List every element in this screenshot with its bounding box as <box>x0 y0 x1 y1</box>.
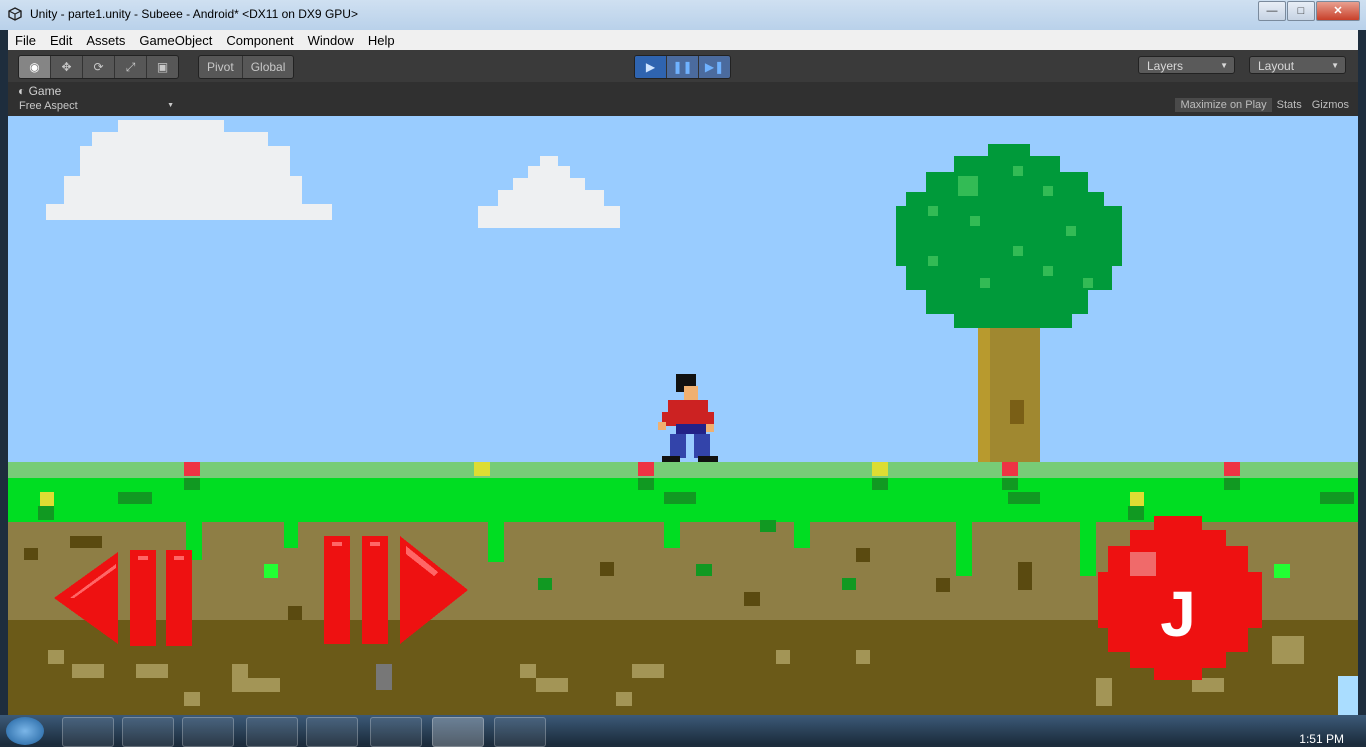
game-panel-header: ◐ Game Free Aspect ▼ Maximize on Play St… <box>8 82 1358 116</box>
taskbar-clock: 1:51 PM <box>1299 732 1344 746</box>
window-titlebar: Unity - parte1.unity - Subeee - Android*… <box>0 0 1366 30</box>
taskbar-explorer-icon[interactable] <box>122 717 174 747</box>
close-button[interactable]: ✕ <box>1316 1 1360 21</box>
eye-icon[interactable]: ◉ <box>19 56 51 78</box>
cloud-large <box>46 120 332 220</box>
layers-label: Layers <box>1147 59 1183 73</box>
taskbar-chrome2-icon[interactable] <box>494 717 546 747</box>
menu-gameobject[interactable]: GameObject <box>132 33 219 48</box>
pivot-button[interactable]: Pivot <box>199 56 243 78</box>
maximize-on-play-button[interactable]: Maximize on Play <box>1175 98 1271 112</box>
minimize-button[interactable]: — <box>1258 1 1286 21</box>
menu-assets[interactable]: Assets <box>79 33 132 48</box>
game-view-icon: ◐ <box>18 84 29 98</box>
tree <box>896 144 1122 464</box>
windows-taskbar: 1:51 PM <box>0 715 1366 745</box>
taskbar-app-icon[interactable] <box>306 717 358 747</box>
cloud-small <box>478 156 620 228</box>
menu-edit[interactable]: Edit <box>43 33 79 48</box>
pause-icon[interactable]: ❚❚ <box>667 56 699 78</box>
menu-file[interactable]: File <box>8 33 43 48</box>
move-icon[interactable]: ✥ <box>51 56 83 78</box>
layout-dropdown[interactable]: Layout ▼ <box>1249 56 1346 74</box>
chevron-down-icon: ▼ <box>1331 57 1339 75</box>
stats-button[interactable]: Stats <box>1272 98 1307 112</box>
menu-bar: File Edit Assets GameObject Component Wi… <box>8 30 1358 50</box>
jump-button-glyph: J <box>1160 578 1196 650</box>
scale-icon[interactable]: ⤢ <box>115 56 147 78</box>
play-icon[interactable]: ▶ <box>635 56 667 78</box>
main-toolbar: ◉ ✥ ⟳ ⤢ ▣ Pivot Global ▶ ❚❚ ▶❚ Layers ▼ … <box>8 50 1358 83</box>
rect-icon[interactable]: ▣ <box>147 56 178 78</box>
taskbar-chrome-icon[interactable] <box>62 717 114 747</box>
aspect-dropdown[interactable]: Free Aspect ▼ <box>19 100 174 112</box>
playback-controls: ▶ ❚❚ ▶❚ <box>634 55 731 79</box>
rotate-icon[interactable]: ⟳ <box>83 56 115 78</box>
layout-label: Layout <box>1258 59 1294 73</box>
taskbar-media-icon[interactable] <box>246 717 298 747</box>
chevron-down-icon: ▼ <box>1220 57 1228 75</box>
gizmos-button[interactable]: Gizmos <box>1307 98 1354 112</box>
pivot-toggle-group: Pivot Global <box>198 55 294 79</box>
layers-dropdown[interactable]: Layers ▼ <box>1138 56 1235 74</box>
menu-help[interactable]: Help <box>361 33 402 48</box>
taskbar-skype-icon[interactable] <box>370 717 422 747</box>
unity-logo-icon <box>8 7 22 21</box>
tab-game[interactable]: ◐ Game <box>18 84 61 98</box>
taskbar-paint-icon[interactable] <box>182 717 234 747</box>
player-character <box>658 374 718 464</box>
window-title: Unity - parte1.unity - Subeee - Android*… <box>30 7 358 21</box>
taskbar-unity-icon[interactable] <box>432 717 484 747</box>
chevron-down-icon: ▼ <box>167 102 174 109</box>
tab-game-label: Game <box>29 84 62 98</box>
transform-tools: ◉ ✥ ⟳ ⤢ ▣ <box>18 55 179 79</box>
start-button[interactable] <box>6 717 44 745</box>
aspect-label: Free Aspect <box>19 100 78 112</box>
menu-window[interactable]: Window <box>301 33 361 48</box>
menu-component[interactable]: Component <box>219 33 300 48</box>
maximize-button[interactable]: □ <box>1287 1 1315 21</box>
game-scene: J <box>8 116 1358 715</box>
global-button[interactable]: Global <box>243 56 294 78</box>
step-icon[interactable]: ▶❚ <box>699 56 730 78</box>
game-view[interactable]: J <box>8 116 1358 715</box>
